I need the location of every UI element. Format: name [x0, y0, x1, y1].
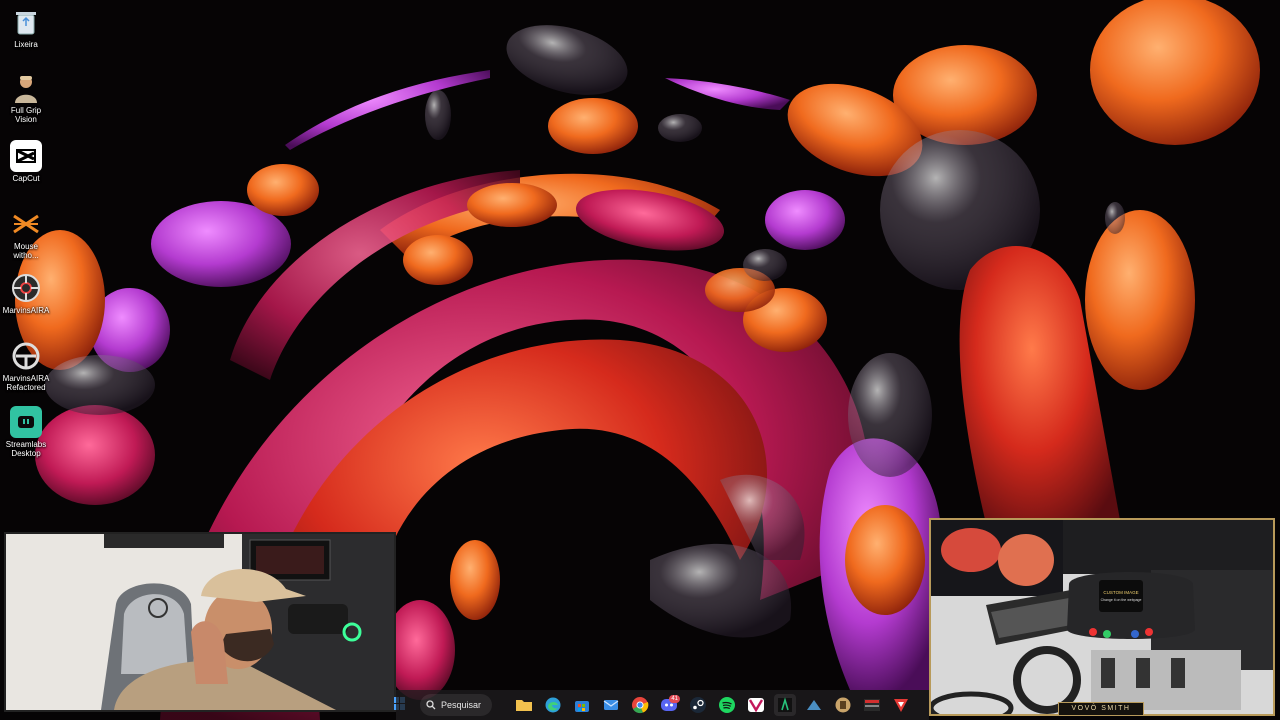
- taskbar-edge[interactable]: [542, 694, 564, 716]
- recycle-bin-icon: [10, 6, 42, 38]
- folder-icon: [516, 700, 532, 711]
- full-grip-vision-icon: [10, 72, 42, 104]
- taskbar-spotify[interactable]: [716, 694, 738, 716]
- steam-icon-2: [807, 700, 821, 710]
- taskbar-file-explorer[interactable]: [513, 694, 535, 716]
- app-crimson-icon: [894, 699, 908, 712]
- steam-icon: [690, 697, 706, 713]
- desktop-icon-mouse-without-borders[interactable]: Mouse witho...: [2, 208, 50, 260]
- simhub-icon: [748, 698, 764, 713]
- search-icon: [426, 700, 436, 710]
- app-beige-icon: [835, 697, 851, 713]
- marvinsaira-refactored-icon: [10, 340, 42, 372]
- taskbar: Pesquisar 41: [396, 690, 929, 720]
- capcut-icon: [10, 140, 42, 172]
- taskbar-steam-2[interactable]: [803, 694, 825, 716]
- iracing-icon: [778, 697, 792, 712]
- webcam-left-feed: [6, 534, 394, 710]
- taskbar-chrome[interactable]: [629, 694, 651, 716]
- taskbar-steam[interactable]: [687, 694, 709, 716]
- search-label: Pesquisar: [441, 700, 482, 710]
- taskbar-app-crimson[interactable]: [890, 694, 912, 716]
- marvinsaira-icon: [10, 272, 42, 304]
- mouse-without-borders-icon: [10, 208, 42, 240]
- webcam-right-feed: CUSTOM IMAGE Change it on the webpage: [931, 520, 1273, 714]
- desktop-icon-marvinsaira-refactored[interactable]: MarvinsAIRA Refactored: [2, 340, 50, 392]
- taskbar-app-beige[interactable]: [832, 694, 854, 716]
- desktop-icon-capcut[interactable]: CapCut: [2, 140, 50, 183]
- desktop-icon-streamlabs[interactable]: Streamlabs Desktop: [2, 406, 50, 458]
- taskbar-simhub[interactable]: [745, 694, 767, 716]
- desktop-icon-marvinsaira[interactable]: MarvinsAIRA: [2, 272, 50, 315]
- desktop-icon-full-grip-vision[interactable]: Full Grip Vision: [2, 72, 50, 124]
- wheel-screen-title: CUSTOM IMAGE: [1103, 590, 1138, 595]
- taskbar-mail[interactable]: [600, 694, 622, 716]
- taskbar-discord[interactable]: 41: [658, 694, 680, 716]
- taskbar-iracing-ui[interactable]: [774, 694, 796, 716]
- streamlabs-icon: [10, 406, 42, 438]
- desktop-icon-recycle-bin[interactable]: Lixeira: [2, 6, 50, 49]
- webcam-overlay-left: [4, 532, 396, 712]
- streamer-name-tag: VOVÔ SMITH: [1058, 702, 1144, 716]
- app-red-icon: [864, 699, 880, 711]
- spotify-icon: [719, 697, 735, 713]
- wheel-screen-subtitle: Change it on the webpage: [1101, 598, 1142, 602]
- mail-icon: [603, 700, 619, 710]
- webcam-overlay-right: CUSTOM IMAGE Change it on the webpage: [929, 518, 1275, 716]
- discord-badge: 41: [669, 695, 680, 703]
- taskbar-microsoft-store[interactable]: [571, 694, 593, 716]
- edge-icon: [545, 697, 561, 713]
- taskbar-app-red[interactable]: [861, 694, 883, 716]
- chrome-icon: [632, 697, 649, 714]
- store-icon: [575, 701, 589, 712]
- taskbar-search[interactable]: Pesquisar: [420, 694, 492, 716]
